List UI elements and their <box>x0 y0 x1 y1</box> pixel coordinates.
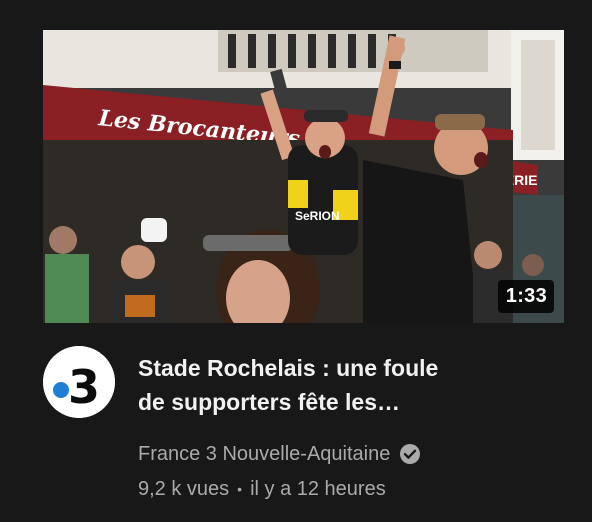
video-title-line-2: de supporters fête les… <box>138 389 401 415</box>
logo-digit: 3 <box>68 360 100 414</box>
video-card: Les Brocanteurs ASSERIE SeRION <box>0 0 592 522</box>
video-title[interactable]: Stade Rochelais : une foule de supporter… <box>138 351 518 419</box>
channel-name: France 3 Nouvelle-Aquitaine <box>138 443 391 465</box>
france3-logo-icon: 3 <box>43 346 115 418</box>
video-duration: 1:33 <box>497 280 554 313</box>
jersey-print-text: SeRION <box>295 209 340 223</box>
video-metadata: 9,2 k vues • il y a 12 heures <box>138 474 386 504</box>
published-time: il y a 12 heures <box>250 478 386 500</box>
video-thumbnail[interactable]: Les Brocanteurs ASSERIE SeRION <box>43 30 564 323</box>
channel-link[interactable]: France 3 Nouvelle-Aquitaine <box>138 439 421 469</box>
video-title-line-1: Stade Rochelais : une foule <box>138 355 439 381</box>
verified-check-icon <box>400 444 421 464</box>
thumbnail-image: Les Brocanteurs ASSERIE SeRION <box>43 30 564 323</box>
view-count: 9,2 k vues <box>138 478 230 500</box>
channel-avatar[interactable]: 3 <box>43 346 115 418</box>
meta-separator: • <box>237 481 243 497</box>
